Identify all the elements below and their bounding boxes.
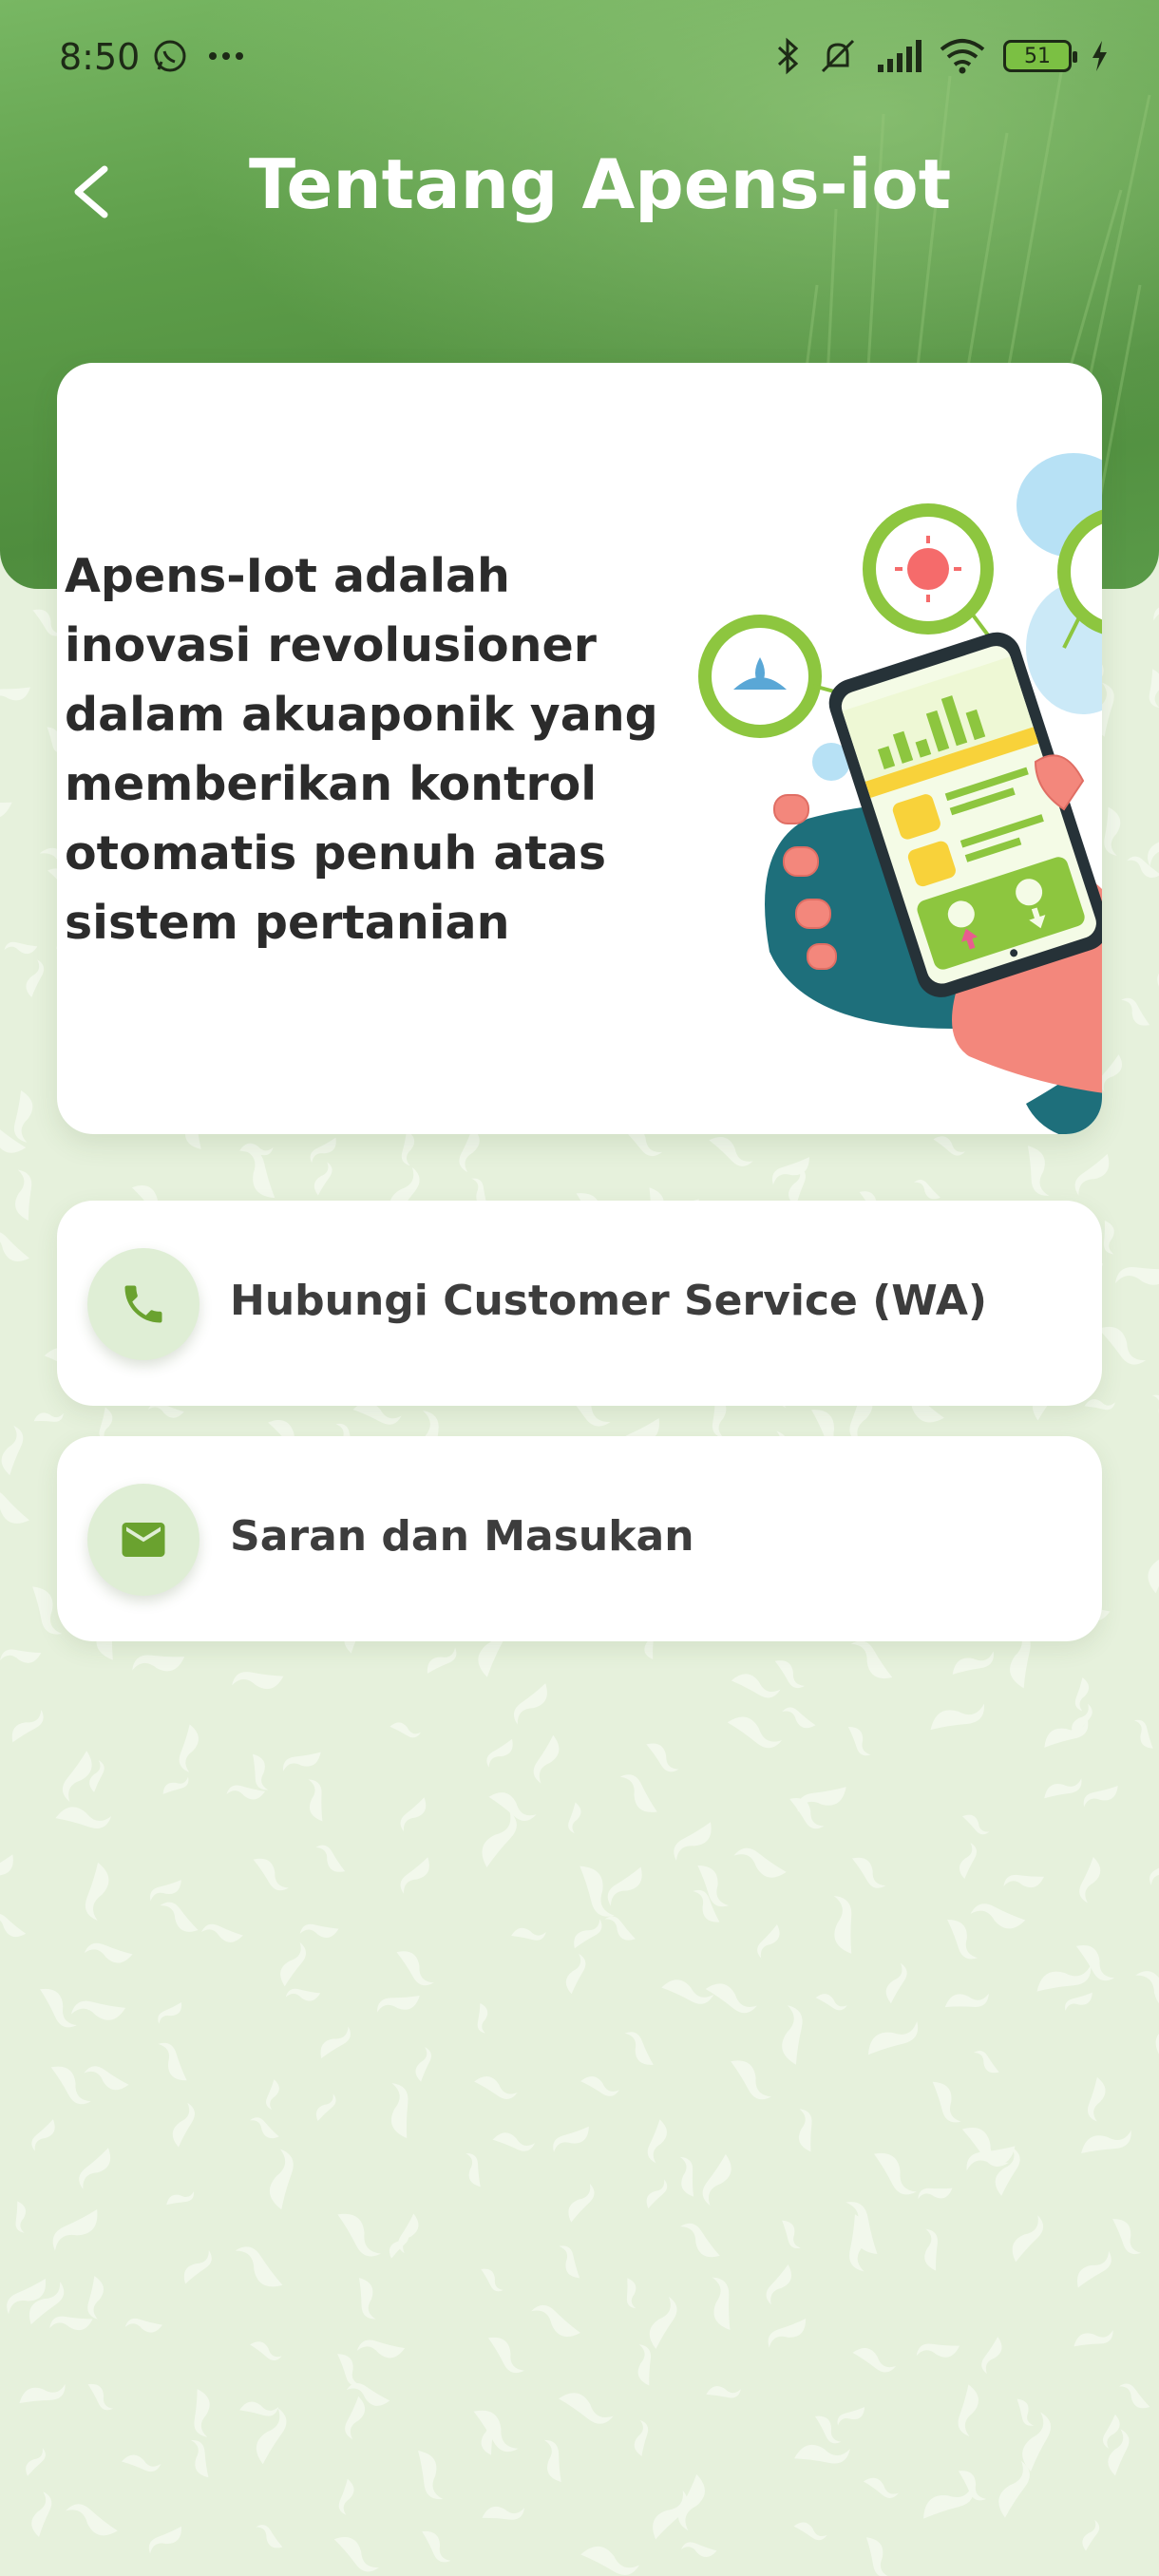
smartphone-farming-illustration [698, 453, 1102, 1134]
charging-icon [1089, 39, 1110, 73]
whatsapp-icon [152, 38, 188, 78]
status-bar: 8:50 51 [0, 0, 1159, 114]
page-title: Tentang Apens-iot [249, 144, 952, 224]
phone-icon [124, 1285, 162, 1323]
bluetooth-icon [775, 37, 800, 75]
contact-customer-service-label: Hubungi Customer Service (WA) [230, 1277, 988, 1325]
mute-icon [817, 37, 859, 75]
phone-icon-circle [87, 1248, 200, 1360]
chevron-left-icon [74, 165, 108, 218]
about-card: Apens-Iot adalah inovasi revolusioner da… [57, 363, 1102, 1134]
wifi-icon [939, 38, 986, 74]
signal-icon [876, 40, 922, 72]
more-dots-icon [207, 47, 245, 66]
battery-icon: 51 [1003, 40, 1077, 72]
mail-icon [122, 1523, 165, 1557]
contact-customer-service-button[interactable]: Hubungi Customer Service (WA) [57, 1201, 1102, 1406]
mail-icon-circle [87, 1484, 200, 1596]
status-time: 8:50 [59, 36, 141, 78]
feedback-label: Saran dan Masukan [230, 1512, 694, 1561]
back-button[interactable] [59, 152, 125, 228]
about-description: Apens-Iot adalah inovasi revolusioner da… [65, 549, 658, 950]
feedback-button[interactable]: Saran dan Masukan [57, 1436, 1102, 1641]
battery-level: 51 [1024, 44, 1051, 68]
